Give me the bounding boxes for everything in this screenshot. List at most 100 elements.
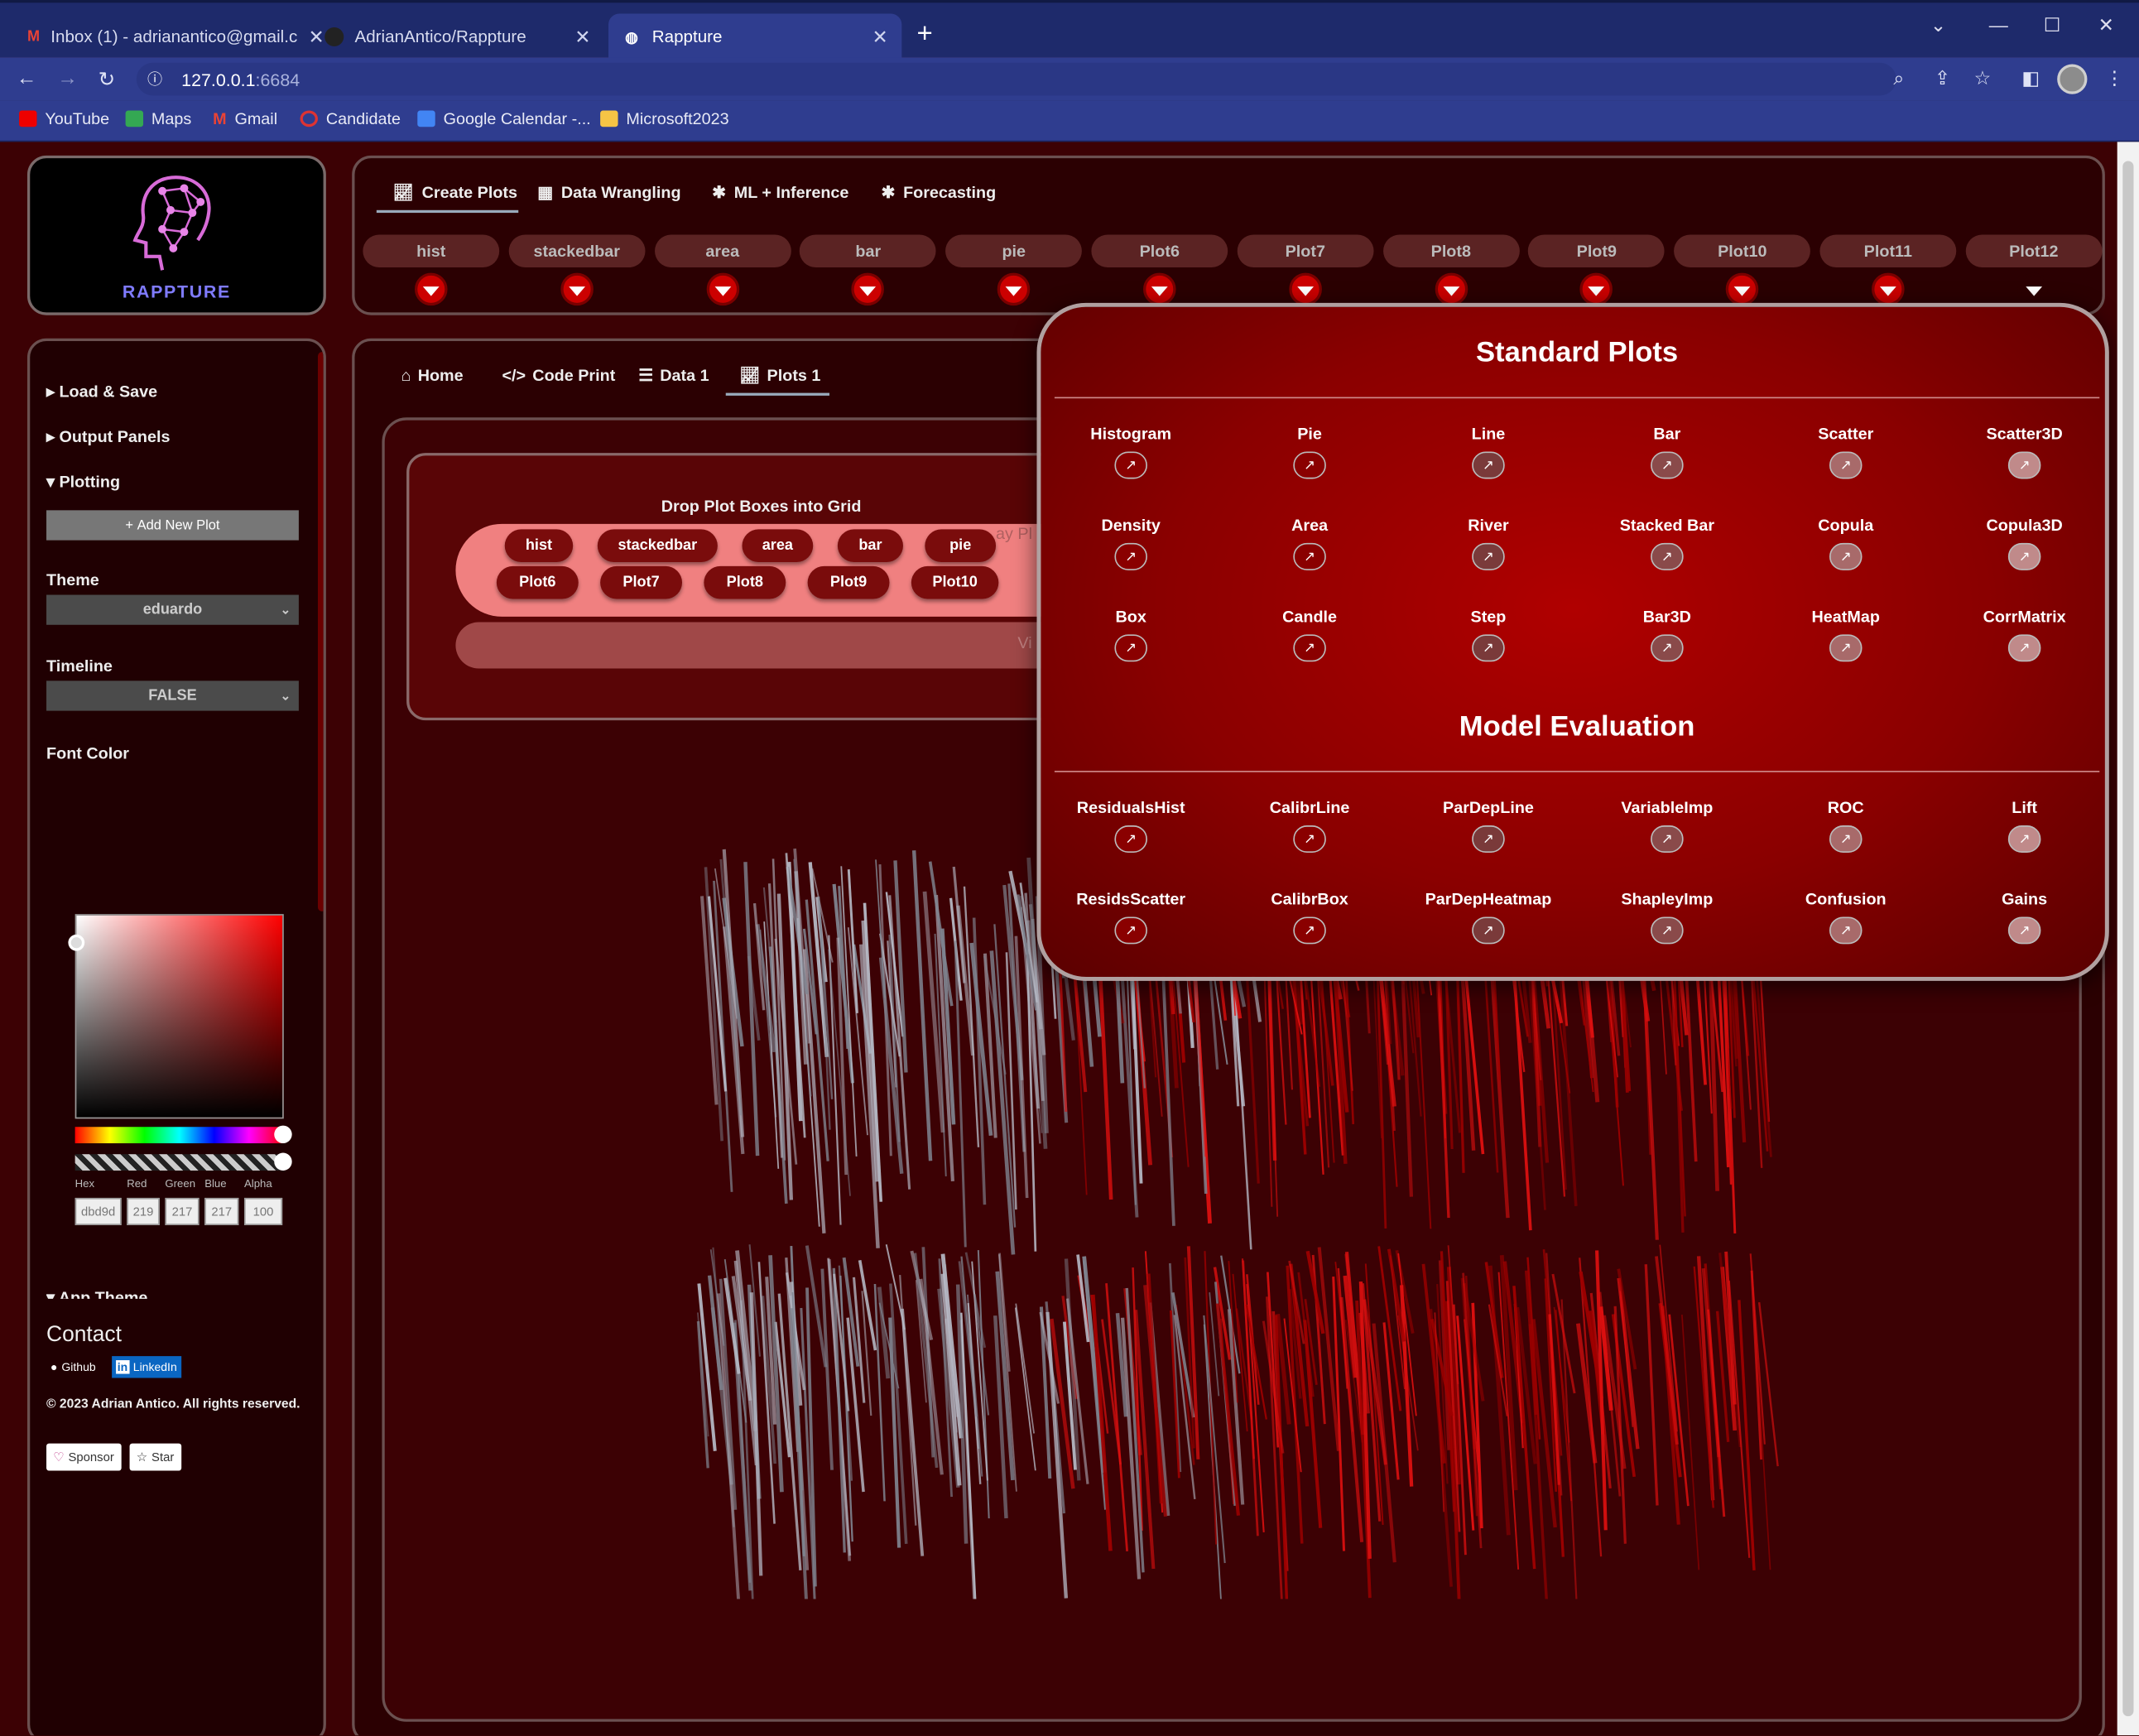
plot-slot-5[interactable]: pie [945,234,1083,268]
open-plot-icon[interactable]: ↗ [1472,451,1505,479]
plot-slot-dropdown-icon[interactable] [997,272,1031,306]
github-link[interactable]: ● Github [46,1356,100,1378]
plot-slot-2[interactable]: stackedbar [508,234,646,268]
plot-slot-4[interactable]: bar [800,234,937,268]
timeline-select[interactable]: FALSE ⌄ [46,680,299,711]
browser-tab-gmail[interactable]: M Inbox (1) - adrianantico@gmail.c ✕ [13,13,324,60]
plot-slot-3[interactable]: area [654,234,791,268]
open-plot-icon[interactable]: ↗ [1651,825,1684,853]
tab-forecasting[interactable]: ✱ Forecasting [882,183,997,202]
open-plot-icon[interactable]: ↗ [1293,542,1326,570]
open-plot-icon[interactable]: ↗ [1651,634,1684,662]
tab-ml-inference[interactable]: ✱ ML + Inference [712,183,848,202]
bookmark-maps[interactable]: Maps [125,109,191,128]
site-info-icon[interactable]: ⓘ [147,68,162,89]
blue-input[interactable]: 217 [204,1197,239,1225]
tab-data-1[interactable]: ☰ Data 1 [638,366,709,385]
plot-slot-dropdown-icon[interactable] [705,272,739,306]
plot-box-pie[interactable]: pie [925,529,997,562]
browser-tab-rappture[interactable]: ◍ Rappture ✕ [608,13,902,60]
zoom-icon[interactable]: ⌕ [1893,67,1904,90]
open-plot-icon[interactable]: ↗ [2007,451,2041,479]
alpha-slider-knob[interactable] [274,1152,292,1171]
plot-slot-dropdown-icon[interactable] [1872,272,1905,306]
open-plot-icon[interactable]: ↗ [1472,916,1505,945]
sidebar-scrollbar[interactable] [317,352,324,911]
open-plot-icon[interactable]: ↗ [1293,634,1326,662]
open-plot-icon[interactable]: ↗ [1829,542,1863,570]
plot-slot-dropdown-icon[interactable] [414,272,448,306]
bookmark-calendar[interactable]: Google Calendar -... [417,109,591,128]
open-plot-icon[interactable]: ↗ [1114,451,1147,479]
forward-icon[interactable]: → [57,67,78,90]
open-plot-icon[interactable]: ↗ [1114,634,1147,662]
open-plot-icon[interactable]: ↗ [1829,451,1863,479]
page-scrollbar-thumb[interactable] [2122,161,2134,1717]
maximize-icon[interactable]: ☐ [2044,13,2061,36]
section-load-save[interactable]: ▸ Load & Save [46,382,157,401]
add-new-plot-button[interactable]: + Add New Plot [46,510,299,541]
page-scrollbar[interactable] [2117,142,2139,1736]
open-plot-icon[interactable]: ↗ [1472,825,1505,853]
plot-slot-dropdown-icon[interactable] [1143,272,1176,306]
open-plot-icon[interactable]: ↗ [1472,634,1505,662]
plot-slot-dropdown-icon[interactable] [1580,272,1613,306]
bookmark-candidate[interactable]: Candidate [300,109,401,128]
plot-slot-dropdown-icon[interactable] [1435,272,1468,306]
new-tab-icon[interactable]: + [916,19,932,50]
plot-box-bar[interactable]: bar [837,529,903,562]
plot-slot-dropdown-icon[interactable] [1289,272,1322,306]
plot-box-stackedbar[interactable]: stackedbar [597,529,718,562]
section-output-panels[interactable]: ▸ Output Panels [46,427,170,446]
theme-select[interactable]: eduardo ⌄ [46,594,299,625]
sponsor-button[interactable]: ♡ Sponsor [46,1443,122,1471]
hue-slider[interactable] [75,1125,292,1144]
open-plot-icon[interactable]: ↗ [1829,634,1863,662]
plot-slot-10[interactable]: Plot10 [1674,234,1811,268]
section-plotting[interactable]: ▾ Plotting [46,472,120,491]
plot-slot-9[interactable]: Plot9 [1528,234,1666,268]
bookmark-youtube[interactable]: YouTube [19,109,109,128]
share-icon[interactable]: ⇪ [1935,67,1950,90]
plot-slot-dropdown-icon[interactable] [2017,272,2050,306]
menu-icon[interactable]: ⋮ [2105,67,2124,90]
open-plot-icon[interactable]: ↗ [1293,825,1326,853]
color-saturation-picker[interactable] [68,914,284,1119]
open-plot-icon[interactable]: ↗ [1114,542,1147,570]
plot-box-area[interactable]: area [742,529,814,562]
open-plot-icon[interactable]: ↗ [1293,916,1326,945]
bookmark-gmail[interactable]: M Gmail [213,109,277,128]
tab-search-icon[interactable]: ⌄ [1930,13,1946,36]
bookmark-microsoft2023[interactable]: Microsoft2023 [600,109,729,128]
alpha-slider[interactable] [75,1152,292,1171]
plot-slot-7[interactable]: Plot7 [1237,234,1374,268]
open-plot-icon[interactable]: ↗ [1293,451,1326,479]
tab-home[interactable]: ⌂ Home [401,366,464,385]
close-icon[interactable]: ✕ [574,25,590,48]
plot-box-Plot6[interactable]: Plot6 [496,565,579,599]
close-window-icon[interactable]: ✕ [2098,13,2114,36]
plot-slot-dropdown-icon[interactable] [560,272,594,306]
open-plot-icon[interactable]: ↗ [1651,451,1684,479]
open-plot-icon[interactable]: ↗ [1114,916,1147,945]
plot-slot-1[interactable]: hist [363,234,500,268]
plot-slot-11[interactable]: Plot11 [1819,234,1957,268]
plot-slot-12[interactable]: Plot12 [1965,234,2103,268]
back-icon[interactable]: ← [17,67,37,90]
profile-avatar[interactable] [2057,64,2088,94]
bookmark-star-icon[interactable]: ☆ [1974,67,1992,90]
linkedin-link[interactable]: in LinkedIn [112,1356,181,1378]
open-plot-icon[interactable]: ↗ [1829,916,1863,945]
open-plot-icon[interactable]: ↗ [2007,825,2041,853]
open-plot-icon[interactable]: ↗ [1651,542,1684,570]
section-app-theme[interactable]: ▾ App Theme [46,1288,147,1299]
hue-slider-knob[interactable] [274,1125,292,1144]
open-plot-icon[interactable]: ↗ [1472,542,1505,570]
tab-code-print[interactable]: </> Code Print [502,366,615,385]
plot-slot-dropdown-icon[interactable] [851,272,885,306]
alpha-input[interactable]: 100 [243,1197,283,1225]
tab-create-plots[interactable]: 📈︎ Create Plots [393,183,517,202]
star-button[interactable]: ☆ Star [129,1443,181,1471]
minimize-icon[interactable]: — [1989,13,2008,35]
plot-box-hist[interactable]: hist [504,529,574,562]
